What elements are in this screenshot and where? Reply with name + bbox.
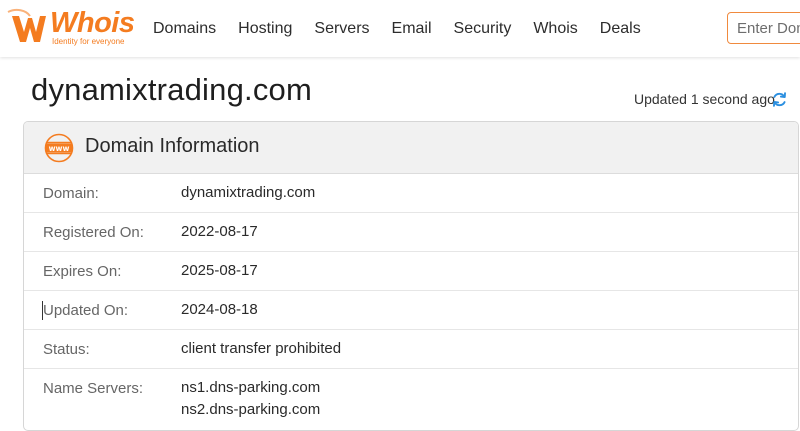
row-label: Updated On: [43, 302, 129, 319]
row-value: 2022-08-17 [181, 223, 258, 240]
nav-item-whois[interactable]: Whois [533, 20, 577, 38]
updated-timestamp: Updated 1 second ago [634, 91, 775, 107]
row-value: 2025-08-17 [181, 262, 258, 279]
row-value: dynamixtrading.com [181, 184, 316, 201]
nav-item-servers[interactable]: Servers [314, 20, 369, 38]
refresh-icon[interactable] [771, 91, 788, 108]
info-row-name-servers: Name Servers: ns1.dns-parking.com ns2.dn… [24, 369, 798, 429]
row-value: client transfer prohibited [181, 340, 342, 357]
domain-information-card: www Domain Information Domain: dynamixtr… [23, 121, 799, 431]
nav-item-hosting[interactable]: Hosting [238, 20, 292, 38]
name-servers-list: ns1.dns-parking.com ns2.dns-parking.com [181, 377, 320, 421]
info-row-status: Status: client transfer prohibited [24, 330, 798, 369]
logo-wordmark: Whois [50, 7, 135, 39]
svg-text:www: www [49, 144, 70, 153]
nav-item-domains[interactable]: Domains [153, 20, 216, 38]
logo-tagline: Identity for everyone [52, 37, 125, 46]
info-row-domain: Domain: dynamixtrading.com [24, 174, 798, 213]
www-icon: www [44, 133, 74, 163]
row-value: 2024-08-18 [181, 301, 258, 318]
top-navbar: Whois Identity for everyone Domains Host… [0, 0, 800, 57]
info-row-expires-on: Expires On: 2025-08-17 [24, 252, 798, 291]
row-label: Expires On: [43, 263, 122, 280]
row-label: Name Servers: [43, 380, 144, 397]
row-label: Status: [43, 341, 90, 358]
nav-item-email[interactable]: Email [392, 20, 432, 38]
page-title: dynamixtrading.com [31, 72, 312, 107]
row-label: Registered On: [43, 224, 144, 241]
name-server: ns1.dns-parking.com [181, 379, 321, 396]
card-header: www Domain Information [24, 122, 798, 174]
card-title: Domain Information [85, 135, 260, 157]
whois-logo[interactable]: Whois Identity for everyone [6, 6, 135, 50]
nav-item-security[interactable]: Security [454, 20, 512, 38]
nav-item-deals[interactable]: Deals [600, 20, 641, 38]
row-label: Domain: [43, 185, 99, 202]
info-row-updated-on: Updated On: 2024-08-18 [24, 291, 798, 330]
main-nav: Domains Hosting Servers Email Security W… [142, 0, 652, 57]
domain-search-input[interactable] [727, 12, 800, 44]
logo-mark-icon [7, 8, 46, 42]
name-server: ns2.dns-parking.com [181, 401, 321, 418]
info-row-registered-on: Registered On: 2022-08-17 [24, 213, 798, 252]
